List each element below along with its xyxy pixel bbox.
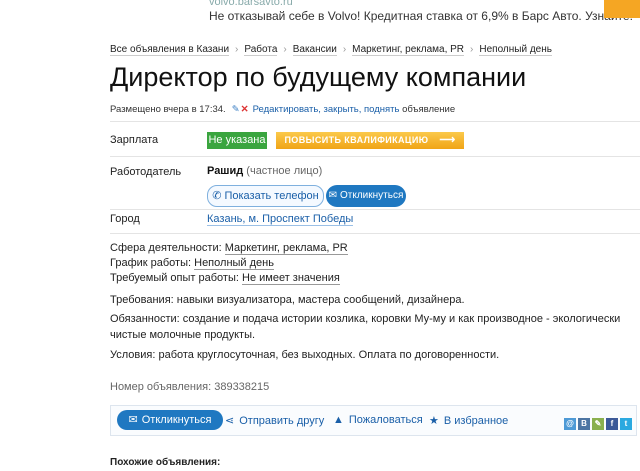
sphere-value: Маркетинг, реклама, PR [224,242,348,255]
detail-experience: Требуемый опыт работы: Не имеет значения [110,272,340,285]
chevron-right-icon: › [342,44,347,55]
send-friend-label: Отправить другу [239,415,325,427]
complain-link[interactable]: ▲ Пожаловаться [333,414,423,426]
detail-schedule: График работы: Неполный день [110,257,274,270]
ad-text[interactable]: Не отказывай себе в Volvo! Кредитная ста… [209,9,633,23]
warning-icon: ▲ [333,414,344,426]
breadcrumb-item-parttime[interactable]: Неполный день [479,44,552,56]
ad-url[interactable]: volvo.barsavto.ru [209,0,293,8]
envelope-icon: ✉ [128,414,138,426]
city-value: Казань, м. Проспект Победы [207,213,354,226]
respond-label-small: Откликнуться [340,190,404,201]
favorite-label: В избранное [443,415,509,427]
city-link[interactable]: Казань, м. Проспект Победы [207,213,354,226]
star-icon: ★ [429,415,439,427]
ad-button[interactable] [604,0,640,18]
schedule-label: График работы: [110,257,192,269]
employer-name-text: Рашид [207,165,244,177]
chevron-right-icon: › [470,44,474,55]
social-share: @ В ✎ f t [562,413,632,431]
show-phone-label: Показать телефон [224,190,319,202]
experience-value: Не имеет значения [242,272,340,285]
divider [110,121,640,122]
edit-suffix: объявление [402,104,456,115]
respond-label: Откликнуться [141,414,212,426]
experience-label: Требуемый опыт работы: [110,272,239,284]
divider [110,209,640,210]
page-title: Директор по будущему компании [110,62,527,92]
similar-heading: Похожие объявления: [110,457,221,468]
action-bar: ✉ Откликнуться ⋖ Отправить другу ▲ Пожалова… [110,405,637,436]
pencil-icon[interactable]: ✎ [232,104,240,115]
breadcrumb-item-all[interactable]: Все объявления в Казани [110,44,230,56]
divider [110,156,640,157]
divider [110,233,640,234]
chevron-right-icon: › [283,44,287,55]
conditions-text: Условия: работа круглосуточная, без выхо… [110,349,500,361]
employer-label: Работодатель [110,166,182,178]
duties-text: Обязанности: создание и подача истории к… [110,313,621,341]
ad-banner[interactable]: volvo.barsavto.ru Не отказывай себе в Vo… [200,0,640,26]
posted-date: Размещено вчера в 17:34. [110,104,226,115]
detail-sphere: Сфера деятельности: Маркетинг, реклама, … [110,242,348,255]
sphere-label: Сфера деятельности: [110,242,222,254]
respond-button-small[interactable]: ✉ Откликнуться [326,185,406,207]
respond-button[interactable]: ✉ Откликнуться [117,410,223,430]
employer-name: Рашид (частное лицо) [207,165,322,177]
arrow-right-icon: ⟶ [439,134,456,146]
salary-value-badge: Не указана [207,132,267,149]
vk-icon[interactable]: В [578,418,590,430]
envelope-icon: ✉ [328,190,337,201]
breadcrumb-item-vacancies[interactable]: Вакансии [292,44,337,56]
share-icon: ⋖ [225,415,235,427]
send-friend-link[interactable]: ⋖ Отправить другу [225,414,324,427]
employer-type: (частное лицо) [246,165,323,177]
show-phone-button[interactable]: ✆ Показать телефон [207,185,324,207]
breadcrumb-item-marketing[interactable]: Маркетинг, реклама, PR [352,44,465,56]
requirements-text: Требования: навыки визуализатора, мастер… [110,294,465,306]
schedule-value: Неполный день [194,257,274,270]
mailru-icon[interactable]: @ [564,418,576,430]
chevron-right-icon: › [235,44,239,55]
edit-link[interactable]: Редактировать, закрыть, поднять [253,104,400,115]
city-label: Город [110,213,140,225]
complain-label: Пожаловаться [348,414,423,426]
salary-label: Зарплата [110,134,159,146]
breadcrumb: Все объявления в Казани › Работа › Вакансии ›… [110,44,552,56]
boost-qualification-label: ПОВЫСИТЬ КВАЛИФИКАЦИЮ [284,135,429,145]
close-icon[interactable]: ✕ [241,104,249,115]
boost-qualification-button[interactable]: ПОВЫСИТЬ КВАЛИФИКАЦИЮ ⟶ [276,132,464,149]
livejournal-icon[interactable]: ✎ [592,418,604,430]
posted-info: Размещено вчера в 17:34. ✎✕ Редактировать,… [110,104,455,115]
ad-number: Номер объявления: 389338215 [110,381,270,393]
phone-icon: ✆ [212,190,222,202]
twitter-icon[interactable]: t [620,418,632,430]
favorite-link[interactable]: ★ В избранное [429,414,508,427]
facebook-icon[interactable]: f [606,418,618,430]
breadcrumb-item-work[interactable]: Работа [244,44,278,56]
